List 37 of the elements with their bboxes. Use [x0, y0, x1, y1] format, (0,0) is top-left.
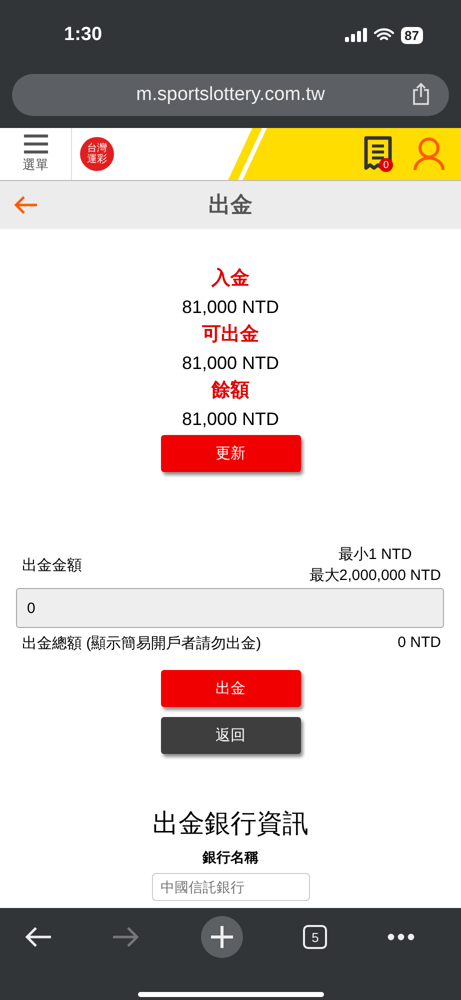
amount-input[interactable]: 0 — [16, 588, 444, 628]
bank-heading: 出金銀行資訊 — [152, 807, 308, 840]
total-label: 出金總額 (顯示簡易開戶者請勿出金) — [22, 634, 262, 653]
signal-icon — [344, 28, 367, 42]
more-icon[interactable] — [387, 933, 415, 941]
return-button[interactable]: 返回 — [160, 717, 300, 754]
amount-label: 出金金額 — [22, 556, 82, 574]
logo[interactable]: 台灣運彩 — [80, 137, 114, 171]
back-arrow-icon[interactable] — [14, 196, 38, 214]
balance-label: 可出金 — [202, 323, 259, 347]
balance-value: 81,000 NTD — [182, 296, 280, 319]
forward-icon[interactable] — [112, 926, 140, 948]
refresh-button[interactable]: 更新 — [160, 435, 300, 472]
new-tab-icon[interactable] — [200, 915, 244, 959]
balance-label: 入金 — [212, 266, 250, 291]
balance-label: 餘額 — [212, 378, 250, 403]
menu-icon — [22, 134, 48, 154]
back-icon[interactable] — [24, 926, 52, 948]
bank-name-label: 銀行名稱 — [202, 849, 258, 867]
max-limit: 最大2,000,000 NTD — [309, 566, 441, 586]
status-time: 1:30 — [64, 24, 102, 46]
url-text: m.sportslottery.com.tw — [136, 84, 325, 106]
battery-level: 87 — [400, 26, 423, 44]
wifi-icon — [374, 28, 394, 42]
balance-value: 81,000 NTD — [182, 352, 280, 375]
bank-name-input[interactable]: 中國信託銀行 — [152, 873, 310, 901]
menu-button[interactable]: 選單 — [0, 128, 72, 180]
total-value: 0 NTD — [398, 634, 441, 653]
withdraw-button[interactable]: 出金 — [160, 670, 300, 707]
balance-value: 81,000 NTD — [182, 408, 280, 431]
min-limit: 最小1 NTD — [338, 545, 412, 565]
ticket-count-badge: 0 — [379, 158, 393, 172]
address-bar[interactable]: m.sportslottery.com.tw — [12, 74, 449, 116]
tab-count-button[interactable]: 5 — [303, 925, 328, 949]
page-title: 出金 — [208, 191, 252, 219]
share-icon[interactable] — [411, 82, 431, 106]
ticket-button[interactable]: 0 — [363, 136, 393, 172]
